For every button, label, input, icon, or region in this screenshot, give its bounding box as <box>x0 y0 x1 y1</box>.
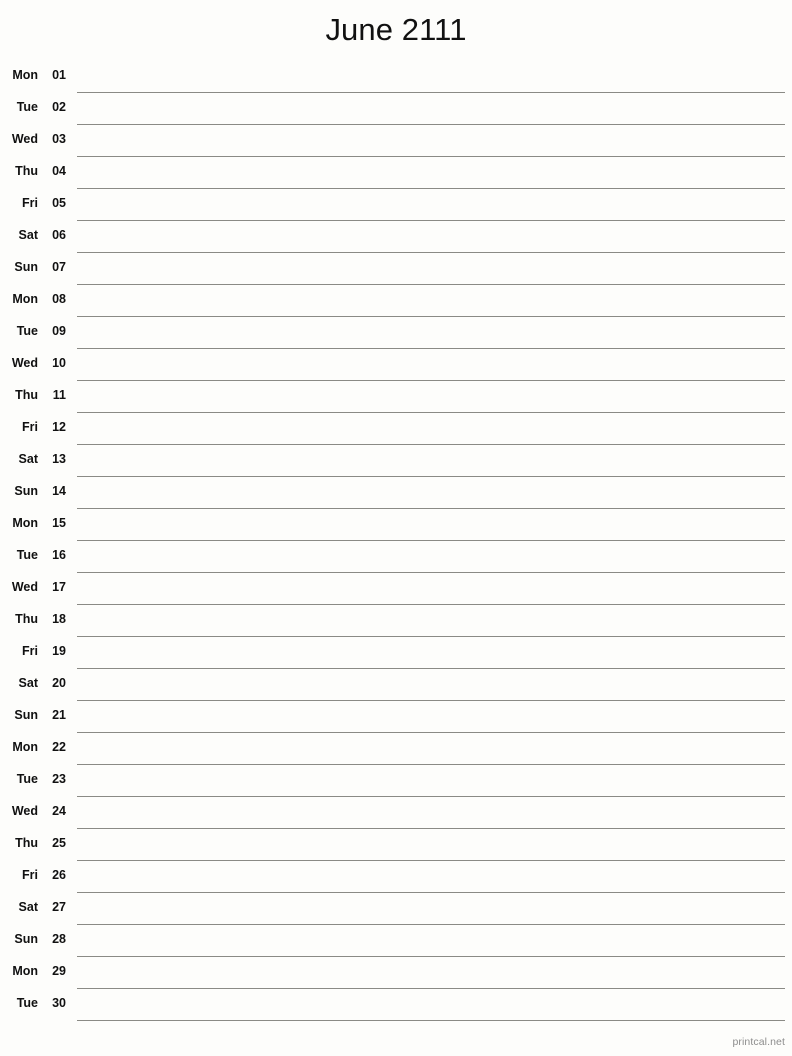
day-weekday-label: Sun <box>14 932 38 946</box>
footer-credit: printcal.net <box>732 1036 785 1048</box>
day-weekday-label: Wed <box>11 804 38 818</box>
day-number-label: 07 <box>52 260 66 274</box>
day-row[interactable]: Sun 28 <box>0 925 792 957</box>
day-weekday-label: Fri <box>22 868 38 882</box>
day-row[interactable]: Tue 23 <box>0 765 792 797</box>
day-weekday-label: Sun <box>14 260 38 274</box>
day-number-label: 04 <box>52 164 66 178</box>
day-number-label: 15 <box>52 516 66 530</box>
day-row[interactable]: Thu 11 <box>0 381 792 413</box>
page-title: June 2111 <box>325 12 467 47</box>
day-row[interactable]: Fri 12 <box>0 413 792 445</box>
day-weekday-label: Tue <box>16 100 38 114</box>
day-weekday-label: Thu <box>15 612 38 626</box>
day-row[interactable]: Tue 02 <box>0 93 792 125</box>
day-row[interactable]: Wed 03 <box>0 125 792 157</box>
day-weekday-label: Wed <box>11 580 38 594</box>
day-number-label: 27 <box>52 900 66 914</box>
day-number-label: 17 <box>52 580 66 594</box>
day-weekday-label: Tue <box>16 324 38 338</box>
day-number-label: 16 <box>52 548 66 562</box>
day-row[interactable]: Mon 29 <box>0 957 792 989</box>
day-row[interactable]: Fri 26 <box>0 861 792 893</box>
day-row[interactable]: Mon 01 <box>0 61 792 93</box>
day-weekday-label: Mon <box>12 292 38 306</box>
day-number-label: 08 <box>52 292 66 306</box>
day-number-label: 03 <box>52 132 66 146</box>
day-number-label: 25 <box>52 836 66 850</box>
day-number-label: 23 <box>52 772 66 786</box>
day-weekday-label: Thu <box>15 836 38 850</box>
day-row[interactable]: Sun 14 <box>0 477 792 509</box>
day-number-label: 05 <box>52 196 66 210</box>
day-row[interactable]: Wed 17 <box>0 573 792 605</box>
day-row[interactable]: Wed 10 <box>0 349 792 381</box>
day-weekday-label: Mon <box>12 740 38 754</box>
day-weekday-label: Sat <box>18 452 38 466</box>
day-row[interactable]: Sat 27 <box>0 893 792 925</box>
day-weekday-label: Tue <box>16 772 38 786</box>
day-row[interactable]: Fri 19 <box>0 637 792 669</box>
day-row[interactable]: Sat 20 <box>0 669 792 701</box>
day-weekday-label: Wed <box>11 132 38 146</box>
calendar-page: June 2111 Mon 01 Tue 02 Wed 03 Thu 04 Fri 05 Sat 06… <box>0 0 792 1056</box>
day-row[interactable]: Sun 07 <box>0 253 792 285</box>
day-weekday-label: Thu <box>15 388 38 402</box>
day-weekday-label: Sat <box>18 228 38 242</box>
day-row[interactable]: Tue 09 <box>0 317 792 349</box>
day-number-label: 09 <box>52 324 66 338</box>
day-list: Mon 01 Tue 02 Wed 03 Thu 04 Fri 05 Sat 06 Sun 07 Mon 08… <box>0 61 792 1021</box>
day-number-label: 10 <box>52 356 66 370</box>
day-row[interactable]: Thu 04 <box>0 157 792 189</box>
day-row[interactable]: Mon 22 <box>0 733 792 765</box>
day-weekday-label: Thu <box>15 164 38 178</box>
day-weekday-label: Sat <box>18 900 38 914</box>
day-row[interactable]: Thu 25 <box>0 829 792 861</box>
day-number-label: 06 <box>52 228 66 242</box>
day-number-label: 29 <box>52 964 66 978</box>
day-row[interactable]: Mon 08 <box>0 285 792 317</box>
day-weekday-label: Tue <box>16 996 38 1010</box>
day-weekday-label: Mon <box>12 964 38 978</box>
day-weekday-label: Sun <box>14 708 38 722</box>
day-number-label: 19 <box>52 644 66 658</box>
day-row[interactable]: Sun 21 <box>0 701 792 733</box>
day-row[interactable]: Mon 15 <box>0 509 792 541</box>
day-number-label: 22 <box>52 740 66 754</box>
day-row[interactable]: Fri 05 <box>0 189 792 221</box>
day-number-label: 01 <box>52 68 66 82</box>
day-weekday-label: Fri <box>22 196 38 210</box>
day-weekday-label: Wed <box>11 356 38 370</box>
day-number-label: 11 <box>52 388 66 402</box>
day-weekday-label: Fri <box>22 644 38 658</box>
day-number-label: 18 <box>52 612 66 626</box>
day-number-label: 13 <box>52 452 66 466</box>
day-number-label: 26 <box>52 868 66 882</box>
day-number-label: 02 <box>52 100 66 114</box>
day-row[interactable]: Tue 16 <box>0 541 792 573</box>
day-number-label: 14 <box>52 484 66 498</box>
day-weekday-label: Mon <box>12 516 38 530</box>
day-weekday-label: Tue <box>16 548 38 562</box>
day-number-label: 30 <box>52 996 66 1010</box>
day-row[interactable]: Tue 30 <box>0 989 792 1021</box>
day-number-label: 20 <box>52 676 66 690</box>
day-number-label: 12 <box>52 420 66 434</box>
day-number-label: 28 <box>52 932 66 946</box>
day-weekday-label: Mon <box>12 68 38 82</box>
day-row[interactable]: Wed 24 <box>0 797 792 829</box>
day-weekday-label: Sun <box>14 484 38 498</box>
day-row[interactable]: Sat 13 <box>0 445 792 477</box>
day-number-label: 24 <box>52 804 66 818</box>
day-weekday-label: Fri <box>22 420 38 434</box>
day-weekday-label: Sat <box>18 676 38 690</box>
day-writing-line[interactable] <box>77 1020 785 1021</box>
day-row[interactable]: Thu 18 <box>0 605 792 637</box>
day-number-label: 21 <box>52 708 66 722</box>
day-row[interactable]: Sat 06 <box>0 221 792 253</box>
